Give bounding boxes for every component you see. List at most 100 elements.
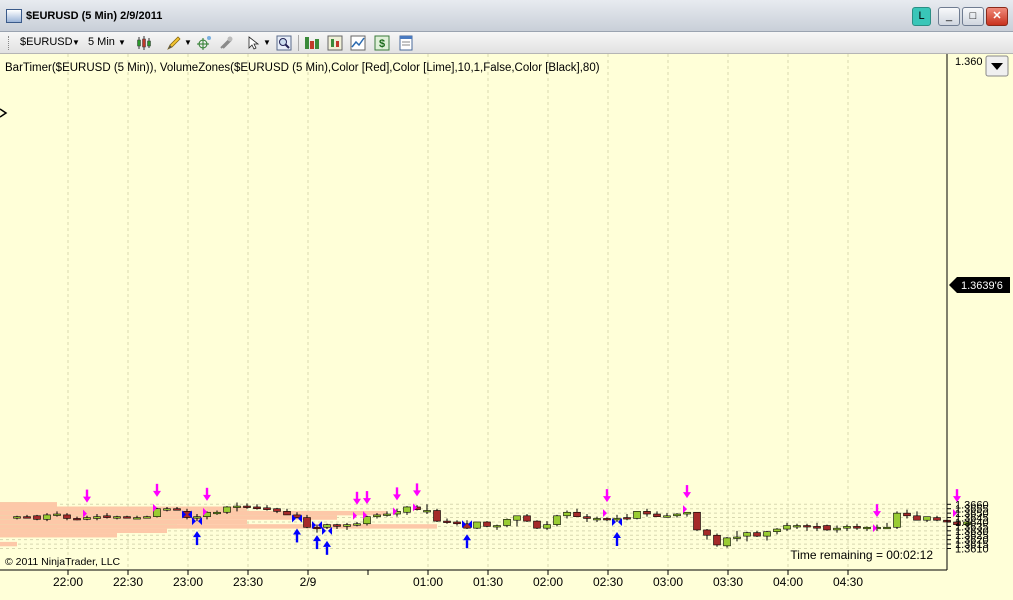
down-candle <box>573 511 581 517</box>
up-candle <box>223 506 231 513</box>
down-candle <box>813 526 821 529</box>
magnet-icon[interactable] <box>218 35 234 51</box>
chart-area[interactable]: 1.3610 1.3615 1.3620 1.3625 1.3630 1.3635 1.36… <box>0 54 1013 600</box>
close-button[interactable]: ✕ <box>986 7 1008 26</box>
down-candle <box>263 507 271 510</box>
up-candle <box>193 516 201 519</box>
maximize-button[interactable]: □ <box>962 7 984 26</box>
price-tick-label: 1.3660 <box>955 499 989 511</box>
up-candle <box>563 511 571 517</box>
down-candle <box>303 517 311 528</box>
red-volume-zone <box>0 506 247 511</box>
up-candle <box>683 511 691 515</box>
price-chart[interactable]: 1.36101.36151.36201.36251.36301.36351.36… <box>0 54 1013 600</box>
up-candle <box>503 519 511 526</box>
down-candle <box>73 518 81 521</box>
down-candle <box>103 515 111 518</box>
up-candle <box>663 515 671 518</box>
down-candle <box>803 525 811 528</box>
time-tick-label: 22:00 <box>53 575 83 589</box>
interval-dropdown-arrow-icon[interactable]: ▼ <box>118 34 126 51</box>
down-candle <box>453 521 461 525</box>
draw-dropdown-arrow-icon[interactable]: ▼ <box>184 34 192 51</box>
dollar-icon[interactable]: $ <box>374 35 390 51</box>
down-candle <box>63 514 71 519</box>
instrument-dropdown-arrow-icon[interactable]: ▼ <box>72 34 80 51</box>
interval-selector[interactable]: 5 Min <box>88 34 115 51</box>
up-candle <box>363 516 371 525</box>
up-candle <box>213 511 221 515</box>
time-tick-label: 03:30 <box>713 575 743 589</box>
crosshair-icon[interactable] <box>196 35 212 51</box>
down-candle <box>23 516 31 519</box>
zoom-icon[interactable] <box>276 35 292 51</box>
chart-menu-button[interactable] <box>985 55 1009 77</box>
toolbar-grip <box>8 36 12 50</box>
buy-arrow-shaft <box>295 534 299 543</box>
up-candle <box>763 531 771 537</box>
up-candle <box>353 523 361 526</box>
instrument-selector[interactable]: $EURUSD <box>20 34 73 51</box>
time-tick-label: 01:30 <box>473 575 503 589</box>
up-candle <box>743 532 751 537</box>
up-candle <box>133 517 141 520</box>
down-candle <box>693 511 701 531</box>
up-candle <box>543 524 551 529</box>
price-panel-background <box>0 54 947 570</box>
red-volume-zone <box>0 502 57 507</box>
buy-arrow-shaft <box>465 540 469 549</box>
sell-arrow-shaft <box>205 487 209 496</box>
sell-arrow-shaft <box>685 485 689 494</box>
svg-text:$: $ <box>379 38 385 50</box>
bar-chart-icon[interactable] <box>304 35 320 51</box>
link-button[interactable]: L <box>912 7 931 26</box>
up-candle <box>613 518 621 521</box>
up-candle <box>783 525 791 530</box>
down-candle <box>483 521 491 527</box>
properties-icon[interactable] <box>398 35 414 51</box>
down-candle <box>853 526 861 529</box>
pointer-dropdown-arrow-icon[interactable]: ▼ <box>263 34 271 51</box>
indicator-icon[interactable] <box>327 35 343 51</box>
down-candle <box>173 508 181 511</box>
up-candle <box>893 512 901 528</box>
down-candle <box>583 516 591 519</box>
buy-arrow-shaft <box>195 537 199 546</box>
down-candle <box>933 517 941 521</box>
minimize-button[interactable]: _ <box>938 7 960 26</box>
pencil-icon[interactable] <box>166 35 182 51</box>
time-tick-label: 01:00 <box>413 575 443 589</box>
sell-arrow-shaft <box>395 487 399 496</box>
sell-arrow-shaft <box>365 491 369 500</box>
up-candle <box>773 528 781 533</box>
down-candle <box>823 525 831 531</box>
up-candle <box>233 505 241 508</box>
down-candle <box>433 510 441 522</box>
red-volume-zone <box>0 528 167 534</box>
up-candle <box>113 516 121 519</box>
time-tick-label: 2/9 <box>300 575 317 589</box>
down-candle <box>253 506 261 510</box>
up-candle <box>373 514 381 517</box>
red-volume-zone <box>0 533 117 538</box>
time-tick-label: 02:30 <box>593 575 623 589</box>
copyright-text: © 2011 NinjaTrader, LLC <box>5 556 121 568</box>
chart-toolbar: $EURUSD ▼ 5 Min ▼ ▼ ▼ $ <box>0 32 1013 54</box>
up-candle <box>343 524 351 527</box>
up-candle <box>53 513 61 516</box>
pointer-icon[interactable] <box>246 35 262 51</box>
down-candle <box>443 520 451 523</box>
up-candle <box>833 527 841 531</box>
time-tick-label: 22:30 <box>113 575 143 589</box>
indicator-label: BarTimer($EURUSD (5 Min)), VolumeZones($… <box>5 62 600 74</box>
sell-arrow-shaft <box>415 483 419 492</box>
strategy-icon[interactable] <box>350 35 366 51</box>
up-candle <box>733 536 741 539</box>
down-candle <box>643 511 651 515</box>
candlestick-icon[interactable] <box>136 35 152 51</box>
sell-arrow-shaft <box>875 504 879 513</box>
down-candle <box>33 515 41 520</box>
time-tick-label: 23:00 <box>173 575 203 589</box>
up-candle <box>793 525 801 528</box>
down-candle <box>653 513 661 517</box>
